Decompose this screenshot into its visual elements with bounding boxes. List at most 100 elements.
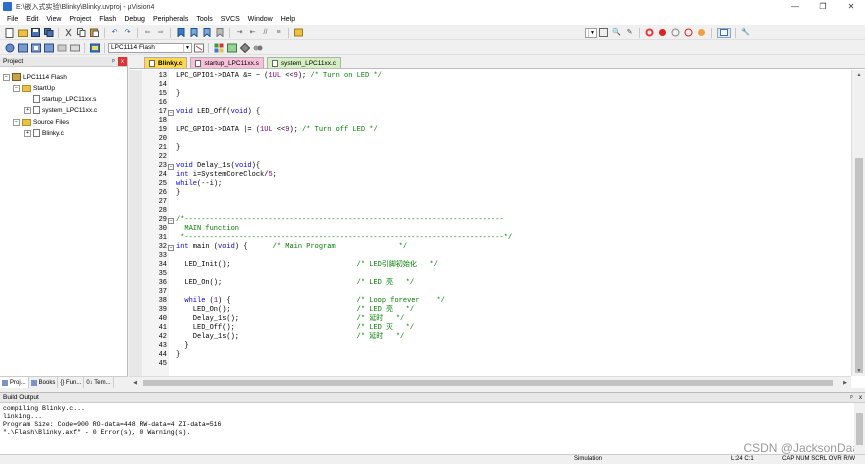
comment-icon[interactable]: // bbox=[261, 28, 271, 38]
maximize-button[interactable]: ❐ bbox=[809, 0, 837, 13]
code-line[interactable]: 42 Delay_1s(); /* 延时 */ bbox=[129, 333, 851, 342]
find-combo[interactable]: ▼ bbox=[585, 27, 597, 38]
pin-icon[interactable]: ᵖ bbox=[847, 393, 856, 402]
collapse-icon[interactable]: − bbox=[13, 118, 20, 126]
tree-item-blinky-file[interactable]: + Blinky.c bbox=[24, 128, 64, 138]
code-line[interactable]: 14 bbox=[129, 81, 851, 90]
fold-icon[interactable]: − bbox=[168, 217, 174, 224]
panel-close-button[interactable]: x bbox=[118, 57, 127, 66]
incremental-find-icon[interactable]: 🔍 bbox=[612, 28, 622, 38]
code-line[interactable]: 35 bbox=[129, 270, 851, 279]
code-area[interactable]: 13 LPC_GPIO1->DATA &= ~ (1UL <<9); /* Tur… bbox=[129, 70, 851, 376]
scroll-right-icon[interactable]: ▶ bbox=[839, 377, 851, 389]
close-button[interactable]: ✕ bbox=[837, 0, 865, 13]
paste-icon[interactable] bbox=[90, 28, 100, 38]
find-replace-icon[interactable]: ✎ bbox=[625, 28, 635, 38]
breakpoint-icon[interactable] bbox=[658, 28, 668, 38]
code-line[interactable]: 34 LED_Init(); /* LED引脚初始化 */ bbox=[129, 261, 851, 270]
configure-icon[interactable]: 🔧 bbox=[741, 28, 751, 38]
vertical-scrollbar[interactable]: ▲ ▼ bbox=[851, 70, 865, 376]
collapse-icon[interactable]: − bbox=[3, 73, 10, 81]
code-line[interactable]: 25 while(--i); bbox=[129, 180, 851, 189]
batch-build-icon[interactable] bbox=[43, 43, 54, 53]
expand-icon[interactable]: + bbox=[24, 106, 31, 114]
tab-blinky-c[interactable]: Blinky.c bbox=[144, 57, 188, 68]
indent-icon[interactable]: ⇥ bbox=[235, 28, 245, 38]
tab-startup-s[interactable]: startup_LPC11xx.s bbox=[190, 57, 264, 68]
build-icon[interactable] bbox=[17, 43, 28, 53]
copy-icon[interactable] bbox=[77, 28, 87, 38]
code-line[interactable]: 37 bbox=[129, 288, 851, 297]
code-line[interactable]: 20 bbox=[129, 135, 851, 144]
tree-item-source-files[interactable]: − Source Files bbox=[13, 117, 69, 127]
horizontal-scrollbar[interactable]: ◀ ▶ bbox=[129, 376, 851, 388]
load-icon[interactable] bbox=[89, 43, 100, 53]
code-line[interactable]: 45 bbox=[129, 360, 851, 369]
menu-project[interactable]: Project bbox=[65, 16, 95, 23]
code-line[interactable]: 33 bbox=[129, 252, 851, 261]
tree-item-target[interactable]: − LPC1114 Flash bbox=[3, 72, 67, 82]
new-file-icon[interactable] bbox=[5, 27, 15, 38]
code-line[interactable]: 21} bbox=[129, 144, 851, 153]
menu-tools[interactable]: Tools bbox=[192, 16, 216, 23]
code-line[interactable]: 40 Delay_1s(); /* 延时 */ bbox=[129, 315, 851, 324]
tab-project[interactable]: Proj... bbox=[0, 377, 29, 388]
tab-system-c[interactable]: system_LPC11xx.c bbox=[266, 57, 342, 68]
tab-templates[interactable]: 0↓ Tem... bbox=[84, 377, 114, 388]
tree-item-startup[interactable]: − StartUp bbox=[13, 83, 55, 93]
menu-window[interactable]: Window bbox=[244, 16, 277, 23]
code-line[interactable]: 32− int main (void) { /* Main Program */ bbox=[129, 243, 851, 252]
download-icon[interactable] bbox=[69, 43, 80, 53]
uncomment-icon[interactable]: ≡ bbox=[274, 28, 284, 38]
fold-icon[interactable]: − bbox=[168, 109, 174, 116]
tab-functions[interactable]: {} Fun... bbox=[58, 377, 85, 388]
breakpoint-disable-icon[interactable] bbox=[671, 28, 681, 38]
stop-build-icon[interactable] bbox=[57, 43, 67, 53]
code-line[interactable]: 13 LPC_GPIO1->DATA &= ~ (1UL <<9); /* Tur… bbox=[129, 72, 851, 81]
breakpoint-clear-icon[interactable] bbox=[684, 28, 694, 38]
rebuild-icon[interactable] bbox=[30, 43, 41, 53]
multi-project-icon[interactable] bbox=[253, 43, 263, 53]
save-all-icon[interactable] bbox=[43, 28, 54, 38]
pin-icon[interactable]: ᵖ bbox=[109, 57, 118, 66]
code-line[interactable]: 44} bbox=[129, 351, 851, 360]
bookmark-clear-icon[interactable] bbox=[215, 28, 225, 38]
code-line[interactable]: 28 bbox=[129, 207, 851, 216]
scrollbar-thumb[interactable] bbox=[143, 380, 833, 386]
code-line[interactable]: 41 LED_Off(); /* LED 灭 */ bbox=[129, 324, 851, 333]
open-folder-icon[interactable] bbox=[17, 28, 28, 38]
tree-item-system-file[interactable]: + system_LPC11xx.c bbox=[24, 105, 97, 115]
code-line[interactable]: 29−/*-----------------------------------… bbox=[129, 216, 851, 225]
tree-item-startup-file[interactable]: startup_LPC11xx.s bbox=[33, 94, 96, 104]
code-line[interactable]: 36 LED_On(); /* LED 亮 */ bbox=[129, 279, 851, 288]
tab-books[interactable]: Books bbox=[29, 377, 59, 388]
code-line[interactable]: 23− void Delay_1s(void){ bbox=[129, 162, 851, 171]
find-icon[interactable] bbox=[599, 28, 609, 38]
code-line[interactable]: 30 MAIN function bbox=[129, 225, 851, 234]
code-line[interactable]: 16 bbox=[129, 99, 851, 108]
debug-start-icon[interactable] bbox=[645, 28, 655, 38]
menu-edit[interactable]: Edit bbox=[22, 16, 42, 23]
target-select[interactable]: LPC1114 Flash ▼ bbox=[108, 42, 192, 53]
menu-svcs[interactable]: SVCS bbox=[217, 16, 244, 23]
code-line[interactable]: 17− void LED_Off(void) { bbox=[129, 108, 851, 117]
nav-forward-icon[interactable]: ⇒ bbox=[156, 28, 166, 38]
build-output-scrollbar[interactable] bbox=[854, 403, 865, 455]
breakpoint-kill-all-icon[interactable] bbox=[697, 28, 707, 38]
scrollbar-thumb[interactable] bbox=[855, 158, 863, 373]
menu-debug[interactable]: Debug bbox=[120, 16, 149, 23]
scrollbar-thumb[interactable] bbox=[856, 413, 863, 445]
bookmark-next-icon[interactable] bbox=[202, 28, 212, 38]
find-in-files-icon[interactable] bbox=[293, 28, 304, 38]
scroll-up-icon[interactable]: ▲ bbox=[852, 70, 865, 80]
code-line[interactable]: 24 int i=SystemCoreClock/5; bbox=[129, 171, 851, 180]
translate-icon[interactable] bbox=[5, 43, 15, 53]
code-line[interactable]: 15} bbox=[129, 90, 851, 99]
code-line[interactable]: 38 while (1) { /* Loop forever */ bbox=[129, 297, 851, 306]
manage-components-icon[interactable] bbox=[214, 43, 224, 53]
code-line[interactable]: 43 } bbox=[129, 342, 851, 351]
code-line[interactable]: 27 bbox=[129, 198, 851, 207]
undo-icon[interactable]: ↶ bbox=[110, 28, 120, 38]
menu-view[interactable]: View bbox=[42, 16, 65, 23]
save-icon[interactable] bbox=[31, 28, 41, 38]
